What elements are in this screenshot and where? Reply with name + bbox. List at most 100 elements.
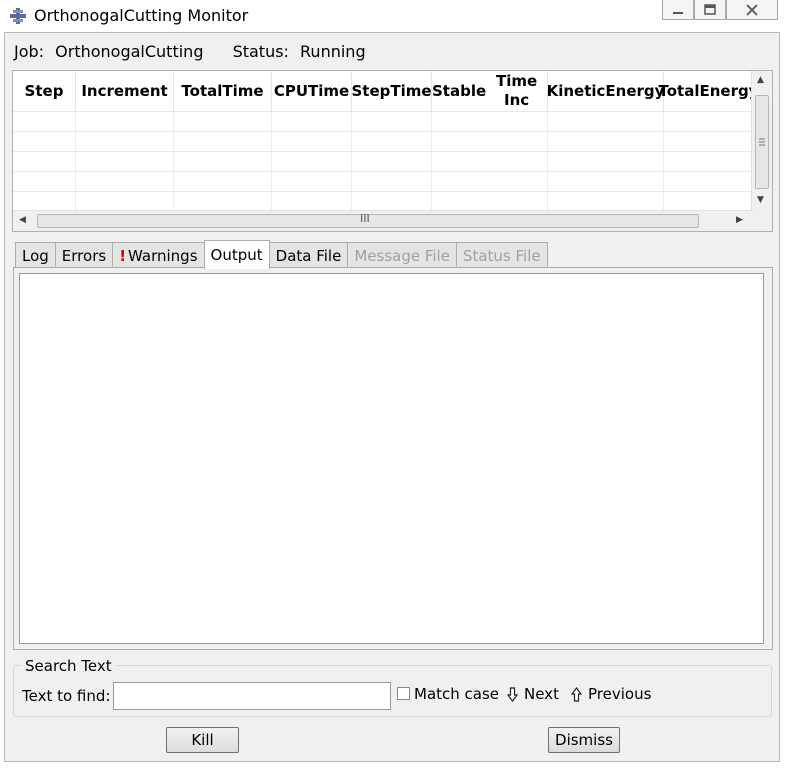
minimize-button[interactable] bbox=[662, 0, 694, 20]
table-cell bbox=[272, 192, 352, 211]
table-cell bbox=[76, 192, 174, 211]
app-icon bbox=[10, 8, 26, 24]
table-cell bbox=[432, 192, 548, 211]
previous-button[interactable]: Previous bbox=[571, 685, 651, 703]
horizontal-scrollbar[interactable]: ◀ III ▶ bbox=[13, 210, 754, 231]
table-cell bbox=[352, 112, 432, 131]
column-header-line1: CPU bbox=[273, 81, 308, 100]
column-header[interactable]: Stable Time Inc bbox=[432, 71, 548, 111]
table-cell bbox=[76, 152, 174, 171]
table-cell bbox=[272, 172, 352, 191]
horizontal-scroll-thumb[interactable]: III bbox=[37, 212, 699, 228]
scroll-left-icon[interactable]: ◀ bbox=[19, 215, 26, 225]
job-status-line: Job: OrthonogalCutting Status: Running bbox=[14, 42, 372, 61]
table-cell bbox=[548, 172, 664, 191]
table-cell bbox=[13, 152, 76, 171]
table-cell bbox=[174, 132, 272, 151]
table-cell bbox=[432, 172, 548, 191]
warning-icon: ! bbox=[119, 246, 127, 265]
maximize-button[interactable] bbox=[694, 0, 726, 20]
tab-log[interactable]: Log bbox=[15, 242, 56, 268]
tab-data-file[interactable]: Data File bbox=[268, 242, 349, 268]
table-cell bbox=[548, 132, 664, 151]
column-header-line2: Energy bbox=[699, 81, 759, 100]
column-header[interactable]: Step bbox=[13, 71, 76, 111]
job-name: OrthonogalCutting bbox=[55, 42, 204, 61]
table-cell bbox=[664, 132, 754, 151]
column-header-line2: Energy bbox=[605, 81, 665, 100]
table-cell bbox=[664, 112, 754, 131]
table-cell bbox=[664, 172, 754, 191]
table-row[interactable] bbox=[13, 151, 754, 171]
tab-label: Data File bbox=[275, 246, 342, 265]
tab-warnings[interactable]: ! Warnings bbox=[112, 242, 205, 268]
column-header[interactable]: Total Time bbox=[174, 71, 272, 111]
table-cell bbox=[13, 132, 76, 151]
table-cell bbox=[548, 192, 664, 211]
title-bar[interactable]: OrthonogalCutting Monitor bbox=[0, 0, 786, 32]
table-cell bbox=[272, 152, 352, 171]
match-case-checkbox[interactable] bbox=[397, 687, 410, 700]
tab-errors[interactable]: Errors bbox=[54, 242, 114, 268]
column-header-line1: Step bbox=[24, 81, 64, 100]
table-cell bbox=[664, 192, 754, 211]
job-label: Job: bbox=[14, 42, 45, 61]
tab-output[interactable]: Output bbox=[203, 240, 270, 269]
table-cell bbox=[174, 172, 272, 191]
column-header-line2: Time Inc bbox=[495, 72, 538, 109]
column-header[interactable]: Step Time bbox=[351, 71, 432, 111]
table-cell bbox=[432, 132, 548, 151]
column-header-line2: Time bbox=[308, 81, 350, 100]
scroll-down-icon[interactable]: ▼ bbox=[757, 195, 764, 205]
table-row[interactable] bbox=[13, 191, 754, 211]
grip-icon bbox=[759, 138, 765, 146]
column-header[interactable]: CPU Time bbox=[272, 71, 352, 111]
close-icon bbox=[746, 3, 758, 16]
output-text-area[interactable] bbox=[19, 273, 764, 644]
tab-status-file: Status File bbox=[455, 242, 548, 268]
column-header-line2: Time bbox=[390, 81, 432, 100]
table-cell bbox=[76, 112, 174, 131]
table-cell bbox=[352, 192, 432, 211]
output-tabs: Log Errors! Warnings Output Data File Message… bbox=[15, 240, 548, 269]
table-cell bbox=[352, 152, 432, 171]
scroll-grip: III bbox=[360, 212, 370, 225]
column-header[interactable]: Kinetic Energy bbox=[546, 71, 665, 111]
match-case-label[interactable]: Match case bbox=[414, 685, 499, 703]
column-header-line1: Kinetic bbox=[546, 81, 606, 100]
vertical-scroll-thumb[interactable] bbox=[755, 95, 769, 189]
column-header[interactable]: Total Energy bbox=[659, 71, 759, 111]
table-cell bbox=[548, 152, 664, 171]
column-header[interactable]: Increment bbox=[76, 71, 174, 111]
table-row[interactable] bbox=[13, 131, 754, 151]
window-title: OrthonogalCutting Monitor bbox=[34, 6, 249, 25]
close-button[interactable] bbox=[726, 0, 778, 20]
dismiss-button[interactable]: Dismiss bbox=[548, 727, 620, 753]
text-to-find-input[interactable] bbox=[113, 682, 391, 710]
vertical-scrollbar[interactable]: ▲ ▼ bbox=[751, 71, 772, 211]
column-header-line2: Time bbox=[222, 81, 264, 100]
table-cell bbox=[432, 152, 548, 171]
progress-table[interactable]: Step Increment Total Time CPU Time Step Time Sta… bbox=[12, 70, 773, 232]
minimize-icon bbox=[673, 11, 683, 14]
table-row[interactable] bbox=[13, 111, 754, 131]
column-header-line1: Total bbox=[181, 81, 223, 100]
column-header-line1: Increment bbox=[81, 81, 168, 100]
tab-message-file: Message File bbox=[347, 242, 457, 268]
scroll-right-icon[interactable]: ▶ bbox=[736, 215, 743, 225]
next-button[interactable]: Next bbox=[507, 685, 559, 703]
tab-label: Message File bbox=[354, 246, 450, 265]
scrollbar-corner bbox=[752, 211, 772, 231]
table-cell bbox=[272, 132, 352, 151]
table-row[interactable] bbox=[13, 171, 754, 191]
kill-button[interactable]: Kill bbox=[166, 727, 239, 753]
table-cell bbox=[352, 132, 432, 151]
scroll-up-icon[interactable]: ▲ bbox=[757, 75, 764, 85]
maximize-icon bbox=[704, 3, 716, 15]
column-header-line1: Step bbox=[351, 81, 391, 100]
table-cell bbox=[272, 112, 352, 131]
table-cell bbox=[13, 112, 76, 131]
arrow-down-icon bbox=[507, 686, 518, 702]
status-label: Status: bbox=[232, 42, 289, 61]
table-cell bbox=[432, 112, 548, 131]
